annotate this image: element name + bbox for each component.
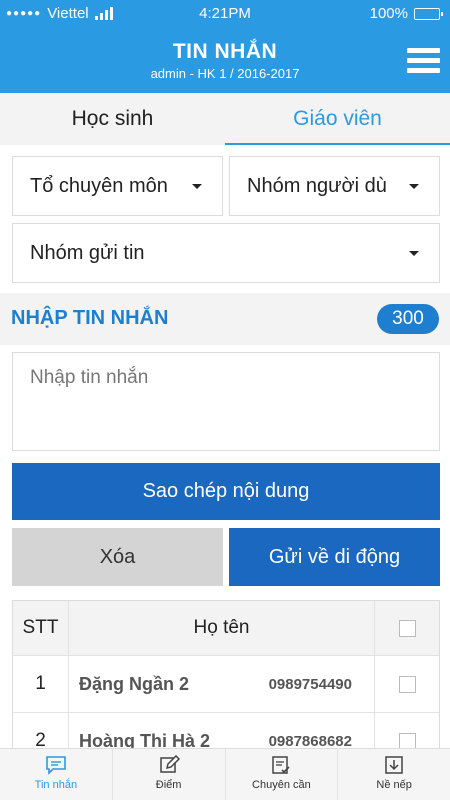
hamburger-menu-icon[interactable] [407, 48, 440, 73]
send-to-mobile-button[interactable]: Gửi về di động [229, 528, 440, 586]
nav-grades[interactable]: Điểm [113, 749, 226, 800]
nav-discipline-label: Nề nếp [376, 779, 412, 791]
compose-section-title: NHẬP TIN NHẮN [11, 307, 169, 329]
char-count-badge: 300 [377, 304, 439, 334]
row-stt: 1 [13, 656, 69, 712]
message-input[interactable] [12, 352, 440, 451]
bottom-navigation: Tin nhắn Điểm Chuyên cần Nề nếp [0, 748, 450, 800]
nav-grades-label: Điểm [155, 779, 182, 791]
compose-section-header: NHẬP TIN NHẮN 300 [0, 293, 450, 345]
select-all-checkbox[interactable] [398, 619, 416, 637]
battery-percent: 100% [369, 5, 408, 22]
discipline-icon [385, 756, 403, 774]
send-group-select-value: Nhóm gửi tin [30, 241, 145, 264]
row-phone: 0987868682 [268, 732, 352, 750]
delete-button[interactable]: Xóa [12, 528, 223, 586]
page-title: TIN NHẮN [172, 40, 278, 63]
tab-teachers[interactable]: Giáo viên [225, 93, 450, 145]
nav-discipline[interactable]: Nề nếp [338, 749, 450, 800]
row-checkbox[interactable] [398, 732, 416, 750]
user-group-select[interactable]: Nhóm người dù [229, 156, 440, 216]
row-name: Đặng Ngần 2 [79, 673, 190, 694]
table-row: 1 Đặng Ngần 2 0989754490 [13, 656, 439, 713]
user-group-select-value: Nhóm người dù [247, 174, 387, 197]
status-bar: ●●●●● Viettel 4:21PM 100% [0, 0, 450, 28]
chevron-down-icon [409, 251, 419, 256]
nav-messages[interactable]: Tin nhắn [0, 749, 113, 800]
row-phone: 0989754490 [268, 675, 352, 693]
nav-attendance[interactable]: Chuyên cần [226, 749, 339, 800]
chevron-down-icon [409, 184, 419, 189]
tab-bar: Học sinh Giáo viên [0, 93, 450, 145]
copy-content-button[interactable]: Sao chép nội dung [12, 463, 440, 520]
message-icon [46, 756, 66, 775]
column-header-stt: STT [13, 601, 69, 655]
battery-icon [414, 7, 443, 20]
department-select-value: Tổ chuyên môn [30, 174, 168, 197]
status-right: 100% [369, 5, 443, 22]
nav-attendance-label: Chuyên cần [252, 779, 311, 791]
chevron-down-icon [192, 184, 202, 189]
column-header-name: Họ tên [69, 601, 375, 655]
page-subtitle: admin - HK 1 / 2016-2017 [150, 66, 300, 81]
app-header: TIN NHẮN admin - HK 1 / 2016-2017 [0, 28, 450, 93]
send-group-select[interactable]: Nhóm gửi tin [12, 223, 440, 283]
table-header-row: STT Họ tên [13, 601, 439, 656]
attendance-icon [272, 756, 290, 774]
row-checkbox[interactable] [398, 675, 416, 693]
edit-icon [159, 755, 180, 773]
tab-students[interactable]: Học sinh [0, 93, 225, 145]
department-select[interactable]: Tổ chuyên môn [12, 156, 223, 216]
nav-messages-label: Tin nhắn [34, 779, 78, 791]
recipients-table: STT Họ tên 1 Đặng Ngần 2 0989754490 2 Ho… [12, 600, 440, 771]
